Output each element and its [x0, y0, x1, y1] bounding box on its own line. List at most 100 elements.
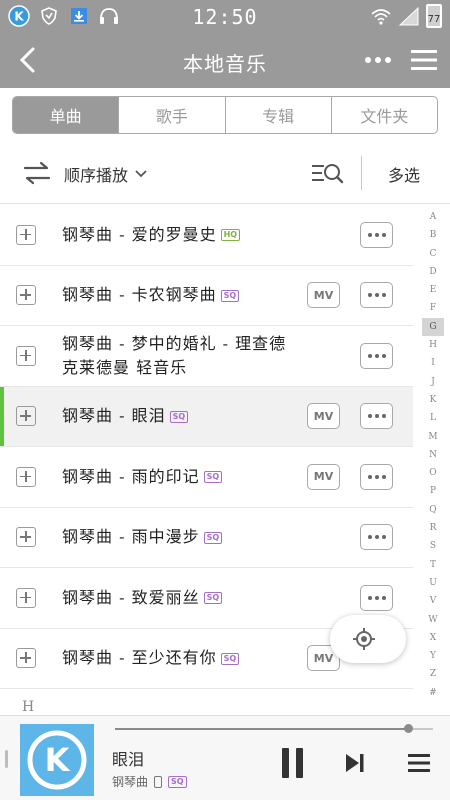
index-letter-a[interactable]: A: [422, 208, 444, 226]
mv-button[interactable]: MV: [307, 403, 340, 430]
status-bar: K 12:50 77: [0, 0, 450, 32]
index-letter-m[interactable]: M: [422, 428, 444, 446]
tab-singles[interactable]: 单曲: [13, 97, 120, 133]
playlist-icon: [408, 754, 430, 772]
index-letter-z[interactable]: Z: [422, 665, 444, 683]
multi-select-button[interactable]: 多选: [388, 162, 420, 186]
song-more-button[interactable]: [360, 403, 393, 430]
more-dots-icon[interactable]: [360, 42, 396, 78]
progress-bar[interactable]: [115, 724, 433, 733]
index-letter-u[interactable]: U: [422, 574, 444, 592]
index-letter-l[interactable]: L: [422, 409, 444, 427]
mini-player[interactable]: K 眼泪 钢琴曲 SQ: [0, 715, 450, 800]
phone-icon: [154, 775, 163, 788]
play-mode-label: 顺序播放: [64, 166, 129, 185]
add-icon[interactable]: [16, 527, 36, 548]
mv-button[interactable]: MV: [307, 282, 340, 309]
song-title-text: 钢琴曲 - 致爱丽丝: [62, 587, 200, 607]
index-letter-f[interactable]: F: [422, 299, 444, 317]
song-title: 钢琴曲 - 梦中的婚礼 - 理查德克莱德曼 轻音乐: [62, 333, 287, 377]
song-row[interactable]: 钢琴曲 - 雨的印记 SQ MV: [0, 447, 413, 508]
playlist-button[interactable]: [408, 752, 430, 774]
add-icon[interactable]: [16, 224, 36, 245]
index-letter-b[interactable]: B: [422, 226, 444, 244]
song-more-button[interactable]: [360, 463, 393, 490]
tab-albums[interactable]: 专辑: [226, 97, 332, 133]
index-letter-n[interactable]: N: [422, 446, 444, 464]
song-row[interactable]: 钢琴曲 - 梦中的婚礼 - 理查德克莱德曼 轻音乐: [0, 326, 413, 387]
kugou-logo-icon: K: [27, 730, 87, 790]
song-more-button[interactable]: [360, 342, 393, 369]
quality-badge: SQ: [169, 410, 189, 423]
index-letter-p[interactable]: P: [422, 482, 444, 500]
wifi-icon: [370, 5, 392, 27]
index-letter-g[interactable]: G: [422, 317, 444, 337]
song-row[interactable]: 钢琴曲 - 卡农钢琴曲 SQ MV: [0, 266, 413, 326]
search-list-icon[interactable]: [310, 157, 344, 189]
locate-current-button[interactable]: [330, 615, 406, 663]
play-mode-icon[interactable]: [22, 158, 52, 188]
add-icon[interactable]: [16, 406, 36, 427]
add-icon[interactable]: [16, 285, 36, 306]
index-letter-hash[interactable]: #: [422, 684, 444, 702]
song-title: 钢琴曲 - 眼泪 SQ: [62, 404, 189, 428]
song-title: 钢琴曲 - 雨中漫步 SQ: [62, 525, 223, 549]
toolbar-divider: [361, 156, 362, 190]
mv-button[interactable]: MV: [307, 463, 340, 490]
drag-handle[interactable]: [5, 750, 8, 768]
index-letter-k[interactable]: K: [422, 391, 444, 409]
song-title-text: 钢琴曲 - 卡农钢琴曲: [62, 285, 217, 305]
add-icon[interactable]: [16, 648, 36, 669]
add-icon[interactable]: [16, 587, 36, 608]
song-title: 钢琴曲 - 雨的印记 SQ: [62, 465, 223, 489]
song-more-button[interactable]: [360, 584, 393, 611]
index-letter-r[interactable]: R: [422, 519, 444, 537]
index-letter-w[interactable]: W: [422, 611, 444, 629]
index-letter-j[interactable]: J: [422, 373, 444, 391]
song-title-text: 钢琴曲 - 至少还有你: [62, 648, 217, 668]
section-header: H: [22, 699, 35, 715]
song-more-button[interactable]: [360, 282, 393, 309]
index-letter-e[interactable]: E: [422, 281, 444, 299]
battery-icon: 77: [426, 4, 442, 28]
index-letter-h[interactable]: H: [422, 336, 444, 354]
album-cover[interactable]: K: [20, 724, 94, 796]
signal-icon: [398, 5, 420, 27]
index-letter-d[interactable]: D: [422, 263, 444, 281]
pause-button[interactable]: [282, 748, 306, 778]
song-more-button[interactable]: [360, 221, 393, 248]
index-letter-v[interactable]: V: [422, 592, 444, 610]
index-letter-q[interactable]: Q: [422, 501, 444, 519]
index-letter-y[interactable]: Y: [422, 647, 444, 665]
index-letter-i[interactable]: I: [422, 354, 444, 372]
now-playing-artist: 钢琴曲 SQ: [112, 773, 187, 790]
index-letter-c[interactable]: C: [422, 245, 444, 263]
index-letter-o[interactable]: O: [422, 464, 444, 482]
song-row-playing[interactable]: 钢琴曲 - 眼泪 SQ MV: [0, 386, 413, 447]
song-title-text: 钢琴曲 - 爱的罗曼史: [62, 224, 217, 244]
tab-folders[interactable]: 文件夹: [332, 97, 437, 133]
index-letter-x[interactable]: X: [422, 629, 444, 647]
quality-badge: SQ: [220, 289, 240, 302]
add-icon[interactable]: [16, 466, 36, 487]
list-toolbar: 顺序播放 多选: [0, 142, 450, 204]
next-track-button[interactable]: [344, 752, 366, 774]
hamburger-menu-icon[interactable]: [406, 42, 442, 78]
index-letter-s[interactable]: S: [422, 537, 444, 555]
title-bar: 本地音乐: [0, 32, 450, 88]
svg-text:K: K: [45, 741, 71, 779]
song-row[interactable]: 钢琴曲 - 爱的罗曼史 HQ: [0, 205, 413, 266]
index-letter-t[interactable]: T: [422, 556, 444, 574]
next-icon: [346, 754, 364, 772]
tab-artists[interactable]: 歌手: [119, 97, 226, 133]
quality-badge: SQ: [168, 775, 187, 788]
song-more-button[interactable]: [360, 524, 393, 551]
progress-knob[interactable]: [403, 724, 413, 733]
add-icon[interactable]: [16, 345, 36, 366]
chevron-down-icon: [135, 170, 147, 178]
category-tabs: 单曲 歌手 专辑 文件夹: [12, 96, 438, 134]
song-row[interactable]: 钢琴曲 - 雨中漫步 SQ: [0, 508, 413, 568]
play-mode-selector[interactable]: 顺序播放: [64, 162, 148, 186]
alphabet-index[interactable]: A B C D E F G H I J K L M N O P Q R S T U V W X Y Z #: [420, 208, 446, 708]
song-title-text: 钢琴曲 - 雨的印记: [62, 466, 200, 486]
